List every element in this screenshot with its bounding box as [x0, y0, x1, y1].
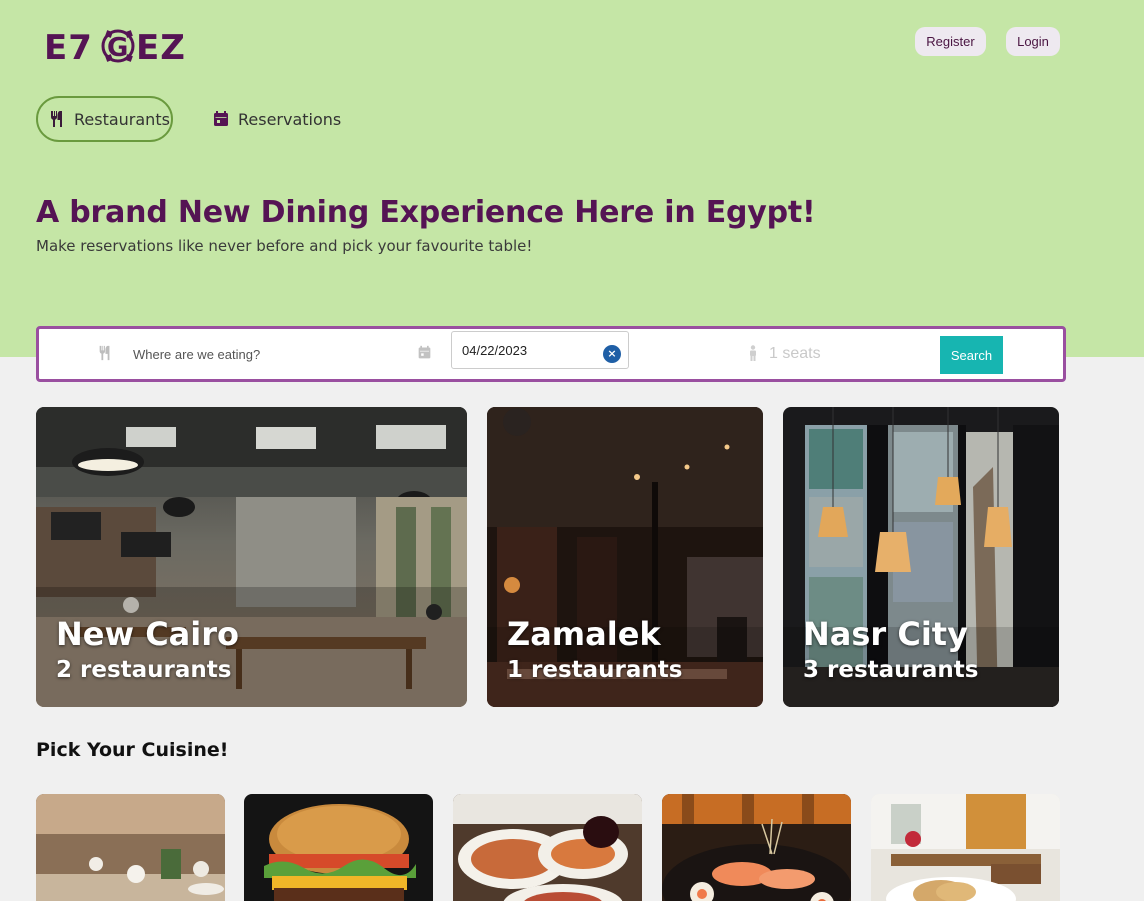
person-icon	[747, 345, 759, 365]
cafe-photo	[871, 794, 1060, 901]
grill-platter-photo	[453, 794, 642, 901]
tab-reservations-label: Reservations	[238, 109, 342, 129]
svg-text:G: G	[107, 33, 128, 63]
tab-restaurants[interactable]: Restaurants	[36, 96, 173, 142]
area-card-zamalek[interactable]: Zamalek 1 restaurants	[487, 407, 763, 707]
tab-restaurants-label: Restaurants	[74, 109, 170, 129]
search-bar: 04/22/2023 × 1 seats Search	[36, 326, 1066, 382]
svg-text:E7: E7	[44, 28, 93, 66]
area-card-new-cairo[interactable]: New Cairo 2 restaurants	[36, 407, 467, 707]
burger-photo	[244, 794, 433, 901]
area-restaurant-count: 3 restaurants	[803, 657, 979, 683]
fork-knife-icon	[97, 345, 113, 365]
area-name: Nasr City	[803, 615, 968, 653]
area-restaurant-count: 1 restaurants	[507, 657, 683, 683]
register-button[interactable]: Register	[915, 27, 986, 56]
fine-dining-photo	[36, 794, 225, 901]
area-name: Zamalek	[507, 615, 661, 653]
calendar-icon	[417, 345, 432, 364]
fork-knife-icon	[48, 110, 66, 128]
calendar-icon	[212, 110, 230, 128]
search-button[interactable]: Search	[940, 336, 1003, 374]
cuisine-card-grill-platter[interactable]	[453, 794, 642, 901]
where-input[interactable]	[133, 343, 403, 365]
tab-reservations[interactable]: Reservations	[212, 96, 352, 142]
area-name: New Cairo	[56, 615, 239, 653]
logo-graphic: E7 G EZ	[44, 28, 186, 66]
svg-text:EZ: EZ	[136, 28, 186, 66]
cuisine-heading: Pick Your Cuisine!	[36, 739, 229, 761]
cuisine-card-cafe[interactable]	[871, 794, 1060, 901]
clear-date-icon[interactable]: ×	[603, 345, 621, 363]
sushi-photo	[662, 794, 851, 901]
cuisine-card-sushi[interactable]	[662, 794, 851, 901]
login-button[interactable]: Login	[1006, 27, 1060, 56]
hero-title: A brand New Dining Experience Here in Eg…	[36, 195, 816, 230]
area-restaurant-count: 2 restaurants	[56, 657, 232, 683]
date-field[interactable]: 04/22/2023	[451, 331, 629, 369]
cuisine-card-fine-dining[interactable]	[36, 794, 225, 901]
seats-selector[interactable]: 1 seats	[769, 345, 821, 363]
cuisine-card-burger[interactable]	[244, 794, 433, 901]
area-card-nasr-city[interactable]: Nasr City 3 restaurants	[783, 407, 1059, 707]
e7gez-logo[interactable]: E7 G EZ	[44, 26, 194, 66]
hero-subtitle: Make reservations like never before and …	[36, 237, 533, 255]
